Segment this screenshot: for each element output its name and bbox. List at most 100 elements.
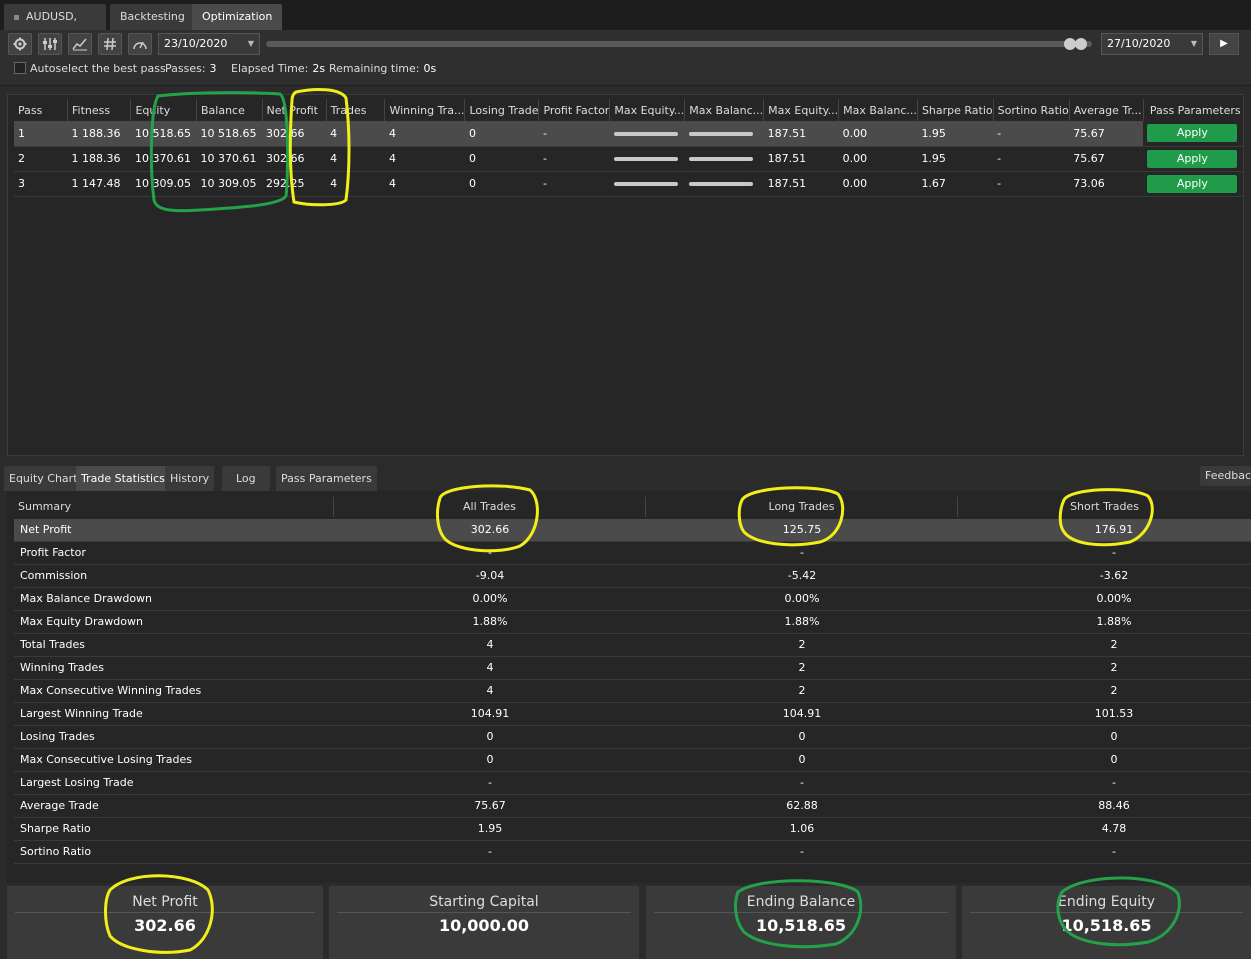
short-trades-header: Short Trades — [1070, 500, 1139, 513]
tab-optimization[interactable]: Optimization — [192, 4, 283, 30]
max-equity-dd-cell: 187.51 — [763, 171, 839, 197]
balance-cell: 10 518.65 — [196, 121, 262, 147]
progress-bar — [613, 182, 678, 186]
divider — [15, 912, 315, 913]
progress-bar — [688, 182, 753, 186]
stat-row[interactable]: Average Trade 75.67 62.88 88.46 — [14, 795, 1251, 818]
stat-row[interactable]: Profit Factor - - - — [14, 542, 1251, 565]
card-title: Starting Capital — [429, 894, 539, 910]
stat-row[interactable]: Sharpe Ratio 1.95 1.06 4.78 — [14, 818, 1251, 841]
tab-history[interactable]: History — [165, 466, 215, 491]
tab-symbol[interactable]: AUDUSD, m15 — [4, 4, 106, 49]
tab-optimization-label: Optimization — [202, 10, 273, 23]
remaining-label: Remaining time: — [329, 62, 420, 75]
stat-value-long: -5.42 — [787, 569, 817, 582]
stat-label: Max Balance Drawdown — [20, 592, 153, 605]
losing-cell: 0 — [464, 171, 539, 197]
stat-label: Commission — [20, 569, 88, 582]
stat-row[interactable]: Total Trades 4 2 2 — [14, 634, 1251, 657]
autoselect-checkbox[interactable] — [14, 62, 26, 74]
column-header[interactable]: Max Equity... — [609, 99, 686, 121]
stat-row[interactable]: Winning Trades 4 2 2 — [14, 657, 1251, 680]
column-header[interactable]: Losing Trade — [464, 99, 540, 121]
ending-balance-card: Ending Balance 10,518.65 — [646, 886, 956, 959]
stat-row[interactable]: Max Balance Drawdown 0.00% 0.00% 0.00% — [14, 588, 1251, 611]
tab-log[interactable]: Log — [222, 466, 270, 491]
tab-equity-chart[interactable]: Equity Chart — [4, 466, 83, 491]
start-date-value: 23/10/2020 — [164, 37, 228, 50]
end-date-picker[interactable]: 27/10/2020 ▼ — [1101, 33, 1203, 55]
stat-value-all: 1.88% — [472, 615, 508, 628]
stat-row[interactable]: Max Equity Drawdown 1.88% 1.88% 1.88% — [14, 611, 1251, 634]
stat-value-long: - — [800, 546, 804, 559]
max-balance-dd-cell: 0.00 — [838, 171, 918, 197]
table-row[interactable]: 1 1 188.36 10 518.65 10 518.65 302.66 4 … — [14, 121, 1243, 147]
column-header[interactable]: Profit Factor — [538, 99, 611, 121]
stat-row[interactable]: Max Consecutive Winning Trades 4 2 2 — [14, 680, 1251, 703]
equity-cell: 10 518.65 — [130, 121, 197, 147]
remaining-value: 0s — [423, 62, 437, 75]
tab-backtesting[interactable]: Backtesting — [110, 4, 195, 30]
max-balance-bar-cell — [684, 146, 764, 172]
gear-icon — [13, 37, 27, 51]
chart-button[interactable] — [68, 33, 92, 55]
column-header[interactable]: Max Balanc... — [838, 99, 918, 121]
start-optimization-button[interactable]: ▶ — [1209, 33, 1239, 55]
column-header[interactable]: Net Profit — [262, 99, 327, 121]
speed-button[interactable] — [128, 33, 152, 55]
column-header[interactable]: Sortino Ratio — [993, 99, 1070, 121]
play-icon: ▶ — [1220, 38, 1228, 49]
stat-row[interactable]: Net Profit 302.66 125.75 176.91 — [14, 519, 1251, 542]
stat-value-short: - — [1112, 776, 1116, 789]
progress-bar — [688, 131, 753, 136]
statistics-header: Summary All Trades Long Trades Short Tra… — [14, 497, 1251, 517]
stat-row[interactable]: Largest Winning Trade 104.91 104.91 101.53 — [14, 703, 1251, 726]
column-header[interactable]: Sharpe Ratio — [917, 99, 994, 121]
feedback-button[interactable]: Feedback — [1200, 466, 1251, 486]
column-header[interactable]: Pass — [14, 99, 69, 121]
winning-cell: 4 — [384, 171, 465, 197]
winning-cell: 4 — [384, 146, 465, 172]
line-chart-icon — [72, 38, 87, 51]
tab-trade-statistics[interactable]: Trade Statistics — [76, 466, 170, 491]
apply-button[interactable]: Apply — [1147, 174, 1238, 193]
stat-value-all: 4 — [486, 684, 494, 697]
column-header[interactable]: Max Balanc... — [684, 99, 765, 121]
settings-button[interactable] — [8, 33, 32, 55]
column-header[interactable]: Average Tr... — [1069, 99, 1144, 121]
stat-row[interactable]: Largest Losing Trade - - - — [14, 772, 1251, 795]
stat-row[interactable]: Losing Trades 0 0 0 — [14, 726, 1251, 749]
table-row[interactable]: 2 1 188.36 10 370.61 10 370.61 302.66 4 … — [14, 146, 1243, 172]
column-header[interactable]: Fitness — [67, 99, 132, 121]
grid-button[interactable] — [98, 33, 122, 55]
stat-label: Sharpe Ratio — [20, 822, 91, 835]
column-header[interactable]: Trades — [326, 99, 386, 121]
column-header[interactable]: Pass Parameters — [1143, 99, 1243, 121]
column-header[interactable]: Equity — [130, 99, 197, 121]
start-date-picker[interactable]: 23/10/2020 ▼ — [158, 33, 260, 55]
summary-cards: Net Profit 302.66 Starting Capital 10,00… — [7, 886, 1251, 959]
pass-cell: 3 — [14, 171, 68, 197]
stat-value-short: 2 — [1110, 661, 1118, 674]
column-header[interactable]: Balance — [196, 99, 263, 121]
stat-value-long: 1.06 — [789, 822, 815, 835]
tab-pass-parameters[interactable]: Pass Parameters — [276, 466, 377, 491]
stat-row[interactable]: Commission -9.04 -5.42 -3.62 — [14, 565, 1251, 588]
stat-label: Max Consecutive Losing Trades — [20, 753, 193, 766]
stat-row[interactable]: Max Consecutive Losing Trades 0 0 0 — [14, 749, 1251, 772]
autoselect-label: Autoselect the best pass — [30, 62, 166, 75]
column-header[interactable]: Max Equity... — [763, 99, 840, 121]
stat-row[interactable]: Sortino Ratio - - - — [14, 841, 1251, 864]
progress-bar — [613, 131, 678, 136]
winning-cell: 4 — [384, 121, 465, 147]
range-end-knob[interactable] — [1075, 38, 1087, 50]
column-header[interactable]: Winning Tra... — [384, 99, 466, 121]
apply-button[interactable]: Apply — [1147, 124, 1238, 143]
table-row[interactable]: 3 1 147.48 10 309.05 10 309.05 292.25 4 … — [14, 171, 1243, 197]
stat-value-long: 104.91 — [782, 707, 822, 720]
net-profit-cell: 302.66 — [262, 146, 327, 172]
apply-button[interactable]: Apply — [1147, 149, 1238, 168]
parameters-button[interactable] — [38, 33, 62, 55]
date-range-slider[interactable] — [266, 38, 1092, 50]
stat-value-all: - — [488, 845, 492, 858]
